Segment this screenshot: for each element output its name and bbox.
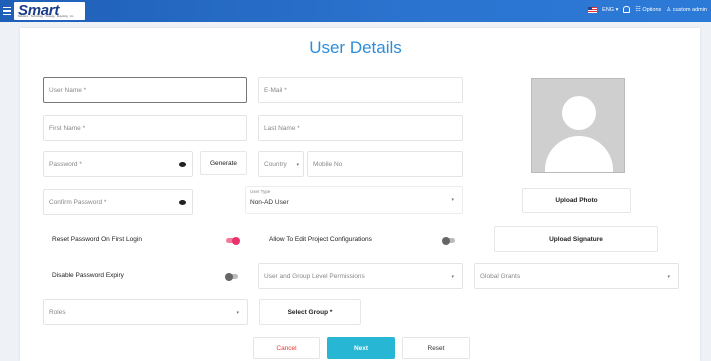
lastname-placeholder: Last Name *	[264, 125, 300, 132]
chevron-down-icon: ▾	[451, 197, 454, 203]
avatar-body	[545, 136, 613, 172]
username-placeholder: User Name *	[49, 87, 87, 94]
permissions-select[interactable]: User and Group Level Permissions ▾	[258, 263, 463, 289]
us-flag-icon	[588, 6, 598, 13]
options-menu[interactable]: ☷ Options	[635, 6, 661, 13]
user-label: custom admin	[672, 6, 707, 13]
reset-password-label: Reset Password On First Login	[52, 236, 142, 243]
edit-project-toggle[interactable]	[442, 236, 455, 245]
roles-select[interactable]: Roles ▾	[43, 299, 248, 325]
firstname-field[interactable]: First Name *	[43, 115, 247, 141]
confirm-password-field[interactable]: Confirm Password *	[43, 189, 193, 215]
avatar-head	[562, 96, 596, 130]
hamburger-menu-icon[interactable]	[3, 5, 11, 17]
username-field[interactable]: User Name *	[43, 77, 247, 103]
upload-signature-button[interactable]: Upload Signature	[494, 226, 658, 252]
options-icon: ☷	[635, 7, 641, 13]
disable-expiry-toggle[interactable]	[225, 272, 238, 281]
user-type-label: User Type	[250, 189, 271, 194]
password-placeholder: Password *	[49, 161, 82, 168]
user-type-select[interactable]: User Type Non-AD User ▾	[245, 186, 463, 214]
reset-password-toggle[interactable]	[226, 236, 240, 245]
logo-tagline: Solutions · Technology · Strategy · Repo…	[18, 15, 74, 18]
chevron-down-icon: ▾	[451, 274, 454, 280]
disable-expiry-label: Disable Password Expiry	[52, 272, 124, 279]
mobile-field[interactable]: Mobile No	[307, 151, 463, 177]
global-grants-select[interactable]: Global Grants ▾	[474, 263, 679, 289]
user-menu[interactable]: ♙ custom admin	[666, 7, 707, 13]
edit-project-label: Allow To Edit Project Configurations	[269, 236, 372, 243]
email-field[interactable]: E-Mail *	[258, 77, 463, 103]
toggle-knob	[232, 236, 240, 245]
toggle-knob	[442, 236, 450, 245]
language-label: ENG	[602, 6, 615, 13]
toggle-knob	[225, 272, 233, 281]
avatar-placeholder	[531, 78, 625, 173]
mobile-placeholder: Mobile No	[313, 161, 343, 168]
cancel-button[interactable]: Cancel	[253, 337, 320, 359]
page-title: User Details	[309, 38, 402, 57]
eye-icon[interactable]	[179, 162, 186, 167]
next-button[interactable]: Next	[327, 337, 395, 359]
chevron-down-icon: ▾	[296, 162, 299, 168]
eye-icon[interactable]	[179, 200, 186, 205]
reset-button[interactable]: Reset	[402, 337, 470, 359]
company-logo: Smart Solutions · Technology · Strategy …	[14, 2, 85, 20]
chevron-down-icon: ▾	[667, 274, 670, 280]
country-select[interactable]: Country ▾	[258, 151, 304, 177]
header-actions: ENG ▾ ☷ Options ♙ custom admin	[588, 6, 707, 13]
top-bar: Smart Solutions · Technology · Strategy …	[0, 0, 711, 22]
user-type-value: Non-AD User	[250, 199, 289, 206]
confirm-password-placeholder: Confirm Password *	[49, 199, 107, 206]
firstname-placeholder: First Name *	[49, 125, 86, 132]
upload-photo-button[interactable]: Upload Photo	[522, 188, 631, 213]
lastname-field[interactable]: Last Name *	[258, 115, 463, 141]
select-group-button[interactable]: Select Group *	[259, 299, 361, 325]
global-grants-placeholder: Global Grants	[480, 273, 521, 280]
user-icon: ♙	[666, 6, 672, 13]
country-placeholder: Country	[264, 161, 287, 168]
language-caret-icon: ▾	[615, 6, 619, 13]
chevron-down-icon: ▾	[236, 310, 239, 316]
permissions-placeholder: User and Group Level Permissions	[264, 273, 365, 280]
generate-button[interactable]: Generate	[200, 151, 247, 175]
language-selector[interactable]: ENG ▾	[602, 7, 618, 13]
bell-icon[interactable]	[623, 6, 631, 13]
email-placeholder: E-Mail *	[264, 87, 287, 94]
roles-placeholder: Roles	[49, 309, 66, 316]
options-label: Options	[642, 7, 662, 13]
password-field[interactable]: Password *	[43, 151, 193, 177]
